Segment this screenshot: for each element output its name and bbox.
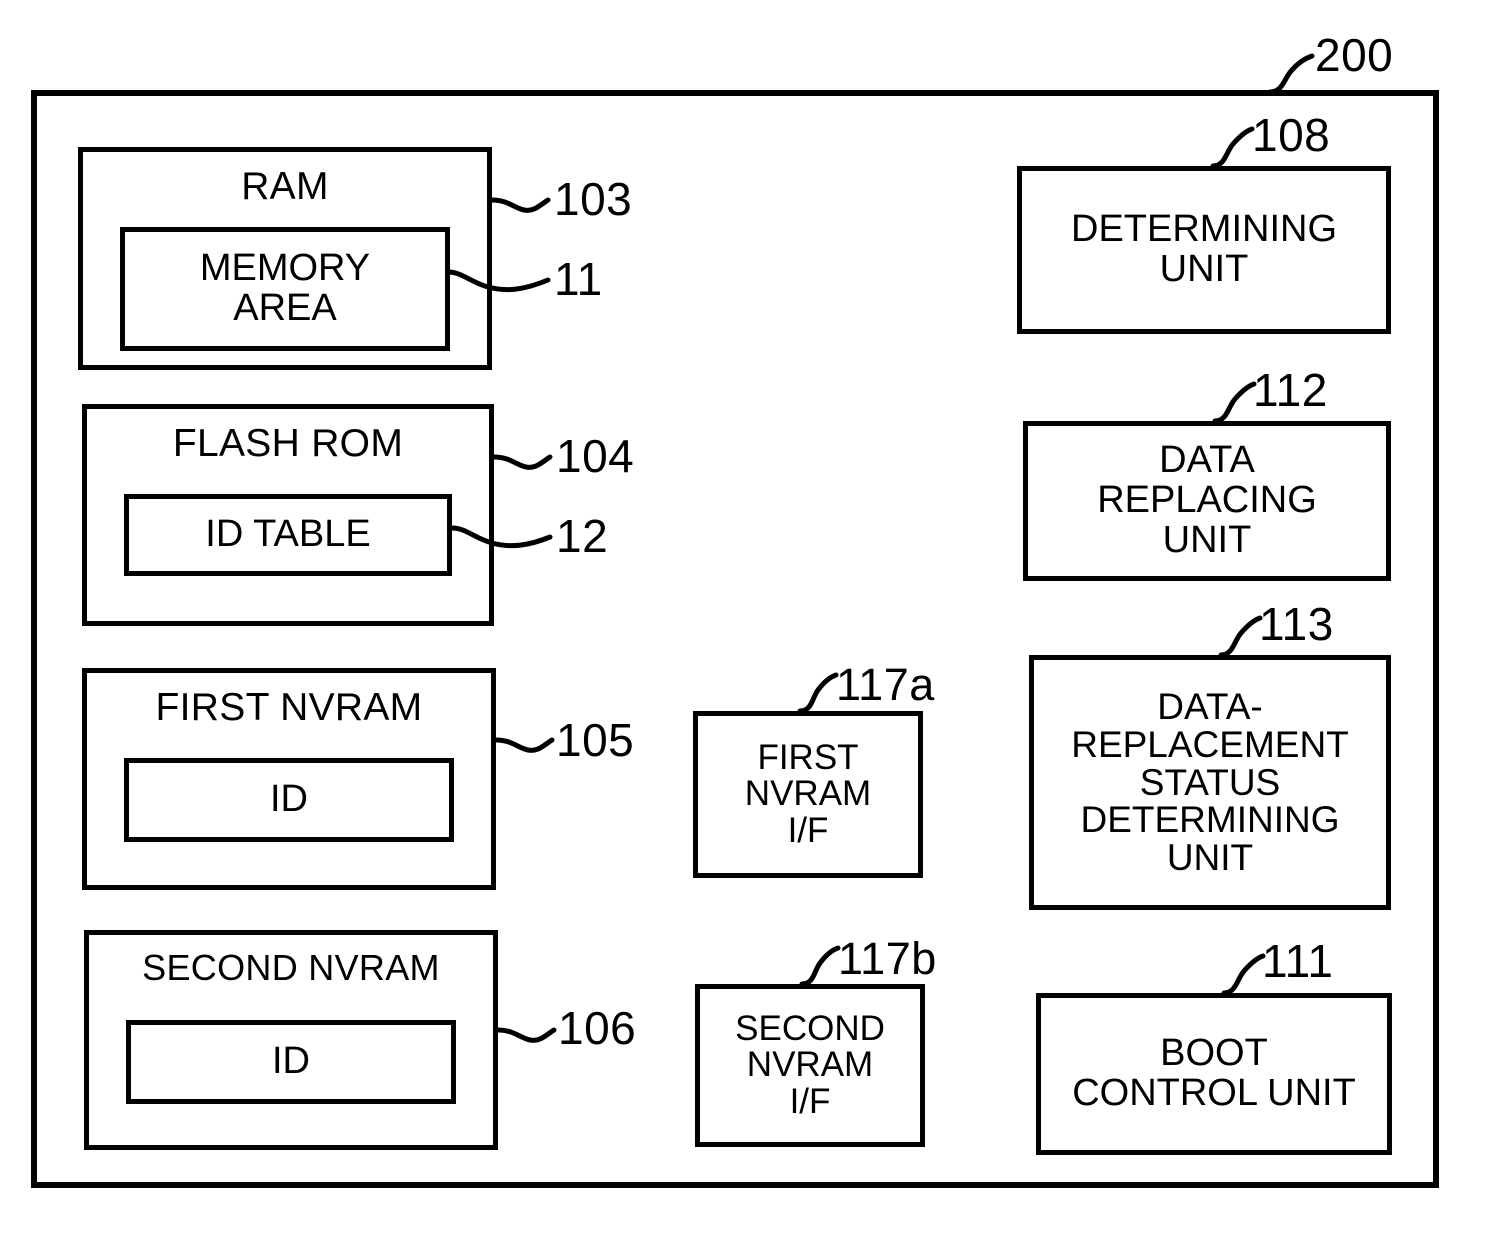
data-replacing-unit-label: DATA REPLACING UNIT bbox=[1097, 439, 1317, 561]
determining-unit-label: DETERMINING UNIT bbox=[1071, 208, 1337, 290]
determining-unit-block: DETERMINING UNIT bbox=[1017, 166, 1391, 334]
second-nvram-id-block: ID bbox=[126, 1020, 456, 1104]
ref-numeral-12: 12 bbox=[556, 510, 609, 562]
patent-figure: RAM MEMORY AREA FLASH ROM ID TABLE FIRST… bbox=[0, 0, 1497, 1255]
memory-area-label: MEMORY AREA bbox=[199, 247, 371, 329]
data-replacement-status-determining-unit-label: DATA- REPLACEMENT STATUS DETERMINING UNI… bbox=[1071, 686, 1349, 879]
ref-numeral-104: 104 bbox=[556, 430, 635, 482]
leader-200 bbox=[1267, 53, 1315, 95]
ref-numeral-112: 112 bbox=[1253, 364, 1328, 416]
ref-numeral-117a: 117a bbox=[836, 659, 935, 710]
data-replacement-status-determining-unit-block: DATA- REPLACEMENT STATUS DETERMINING UNI… bbox=[1029, 655, 1391, 910]
second-nvram-label: SECOND NVRAM bbox=[142, 947, 440, 988]
boot-control-unit-block: BOOT CONTROL UNIT bbox=[1036, 993, 1392, 1155]
id-table-label: ID TABLE bbox=[205, 513, 371, 556]
ref-numeral-117b: 117b bbox=[838, 933, 937, 984]
second-nvram-interface-label: SECOND NVRAM I/F bbox=[735, 1009, 885, 1121]
ref-numeral-105: 105 bbox=[556, 714, 635, 766]
ram-label: RAM bbox=[241, 165, 329, 208]
flash-rom-label: FLASH ROM bbox=[172, 422, 404, 465]
second-nvram-id-label: ID bbox=[272, 1040, 310, 1083]
second-nvram-interface-block: SECOND NVRAM I/F bbox=[695, 984, 925, 1147]
ref-numeral-111: 111 bbox=[1262, 935, 1334, 987]
ref-numeral-113: 113 bbox=[1259, 598, 1334, 650]
ref-numeral-103: 103 bbox=[554, 173, 633, 225]
first-nvram-interface-label: FIRST NVRAM I/F bbox=[744, 738, 872, 850]
first-nvram-id-label: ID bbox=[270, 778, 308, 821]
ref-numeral-11: 11 bbox=[554, 253, 603, 305]
memory-area-block: MEMORY AREA bbox=[120, 227, 450, 351]
data-replacing-unit-block: DATA REPLACING UNIT bbox=[1023, 421, 1391, 581]
boot-control-unit-label: BOOT CONTROL UNIT bbox=[1072, 1032, 1356, 1114]
id-table-block: ID TABLE bbox=[124, 494, 452, 576]
first-nvram-label: FIRST NVRAM bbox=[155, 686, 423, 729]
first-nvram-id-block: ID bbox=[124, 758, 454, 842]
ref-numeral-200: 200 bbox=[1315, 29, 1394, 81]
ref-numeral-106: 106 bbox=[558, 1002, 637, 1054]
first-nvram-interface-block: FIRST NVRAM I/F bbox=[693, 711, 923, 878]
ref-numeral-108: 108 bbox=[1252, 109, 1331, 161]
